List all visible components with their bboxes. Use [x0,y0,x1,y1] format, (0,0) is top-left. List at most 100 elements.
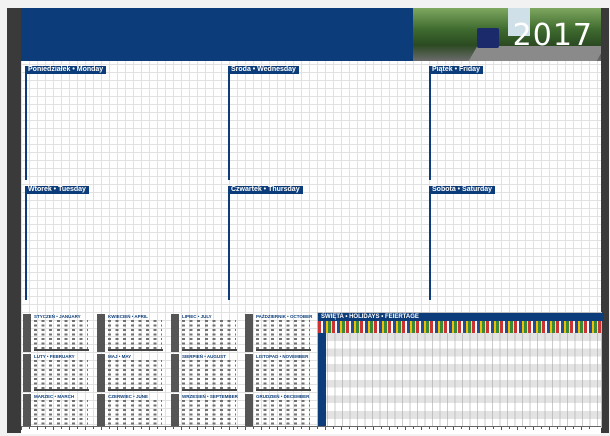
ruler-tick [397,427,398,429]
ruler-tick [85,427,86,430]
ruler-tick [53,427,54,430]
day-line-saturday [429,194,431,300]
month-title: LUTY • FEBRUARY [34,354,75,359]
month-title: PAŹDZIERNIK • OCTOBER [256,314,313,319]
month-bar [34,389,89,391]
month-title: CZERWIEC • JUNE [108,394,148,399]
ruler-tick [421,427,422,430]
ruler-tick [517,427,518,430]
ruler-tick [413,427,414,429]
ruler-tick [557,427,558,429]
ruler-tick [77,427,78,429]
month-title: WRZESIEŃ • SEPTEMBER [182,394,238,399]
day-label-saturday: Sobota • Saturday [429,186,496,194]
month-days [34,320,88,350]
month-bar [34,349,89,351]
ruler-tick [461,427,462,429]
holidays-title: ŚWIĘTA • HOLIDAYS • FEIERTAGE [318,313,604,321]
ruler-tick [293,427,294,430]
month-number-column [318,333,326,427]
ruler-tick [173,427,174,429]
ruler-tick [261,427,262,430]
month-days [108,360,162,390]
ruler-tick [533,427,534,430]
ruler-tick [405,427,406,430]
ruler-tick [37,427,38,430]
ruler-tick [109,427,110,429]
month-days [182,320,236,350]
ruler-tick [237,427,238,429]
ruler-tick [573,427,574,429]
ruler-tick [165,427,166,430]
month-spine [171,354,179,392]
month-title: GRUDZIEŃ • DECEMBER [256,394,310,399]
ruler-tick [61,427,62,429]
ruler-tick [285,427,286,429]
ruler-tick [581,427,582,430]
ruler-tick [373,427,374,430]
ruler-tick [45,427,46,429]
day-label-tuesday: Wtorek • Tuesday [25,186,89,194]
ruler-tick [149,427,150,430]
ruler-tick [229,427,230,430]
ruler-tick [565,427,566,430]
ruler-tick [101,427,102,430]
ruler-tick [365,427,366,429]
month-days [108,320,162,350]
month-february: LUTY • FEBRUARY [23,354,89,392]
country-flags [318,321,601,333]
day-line-monday [25,74,27,180]
ruler-tick [469,427,470,430]
month-spine [245,354,253,392]
month-days [182,360,236,390]
ruler-tick [245,427,246,430]
holidays-table: ŚWIĘTA • HOLIDAYS • FEIERTAGE [317,312,604,428]
month-title: SIERPIEŃ • AUGUST [182,354,226,359]
day-line-tuesday [25,194,27,300]
ruler-tick [501,427,502,430]
ruler-tick [133,427,134,430]
ruler-tick [125,427,126,429]
ruler-tick [221,427,222,429]
ruler-tick [453,427,454,430]
month-spine [97,314,105,352]
month-title: LISTOPAD • NOVEMBER [256,354,309,359]
month-bar [182,389,237,391]
month-august: SIERPIEŃ • AUGUST [171,354,237,392]
month-bar [182,349,237,351]
day-line-friday [429,74,431,180]
ruler-tick [213,427,214,430]
month-may: MAJ • MAY [97,354,163,392]
ruler-tick [21,427,22,430]
ruler-tick [525,427,526,429]
ruler-tick [549,427,550,430]
ruler-tick [477,427,478,429]
holiday-cells [327,333,601,427]
month-spine [171,314,179,352]
right-border [601,8,609,433]
ruler-tick [205,427,206,429]
ruler-tick [357,427,358,430]
month-november: LISTOPAD • NOVEMBER [245,354,311,392]
day-label-friday: Piątek • Friday [429,66,483,74]
month-title: KWIECIEŃ • APRIL [108,314,148,319]
month-days [34,360,88,390]
ruler-tick [389,427,390,430]
year-title: 2017 [512,18,593,53]
ruler-tick [157,427,158,429]
ruler-tick [437,427,438,430]
ruler-tick [493,427,494,429]
ruler-tick [541,427,542,429]
ruler-tick [69,427,70,430]
day-label-thursday: Czwartek • Thursday [228,186,303,194]
header-banner: 2017 [21,8,601,61]
month-bar [108,349,163,351]
planner-sheet: 2017 Poniedziałek • Monday Środa • Wedne… [21,8,604,434]
month-july: LIPIEC • JULY [171,314,237,352]
month-january: STYCZEŃ • JANUARY [23,314,89,352]
month-title: MARZEC • MARCH [34,394,75,399]
ruler-tick [181,427,182,430]
ruler-tick [117,427,118,430]
bottom-ruler [21,426,601,434]
month-bar [256,349,311,351]
